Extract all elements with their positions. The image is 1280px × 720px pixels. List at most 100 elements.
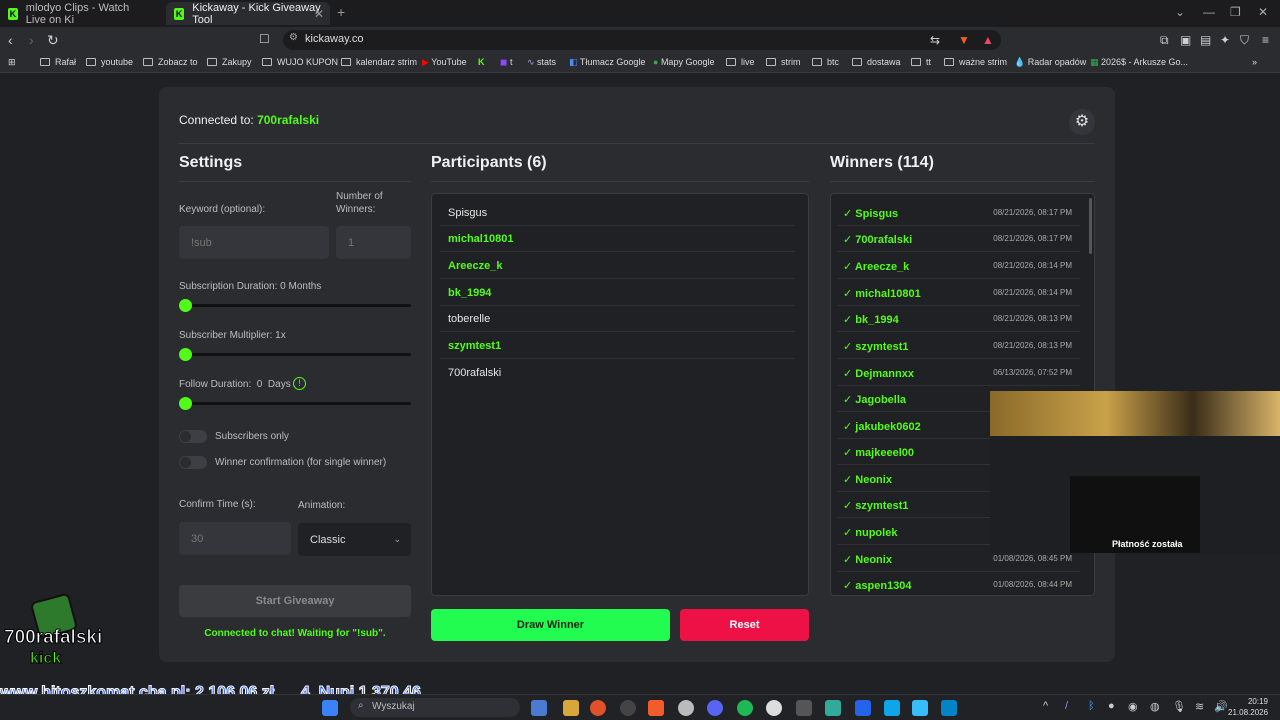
- volume-icon[interactable]: 🔊: [1214, 700, 1228, 713]
- tray-app-icon[interactable]: /: [1065, 700, 1068, 712]
- winner-confirmation-toggle[interactable]: [179, 456, 207, 469]
- tray-chevron-icon[interactable]: ^: [1043, 700, 1048, 712]
- bookmark-item[interactable]: ◼ t: [500, 57, 513, 68]
- microphone-icon[interactable]: 🎙: [1172, 700, 1186, 713]
- task-view-icon[interactable]: [531, 700, 547, 716]
- bookmark-item[interactable]: strim: [766, 57, 801, 67]
- maximize-icon[interactable]: ❐: [1230, 5, 1241, 19]
- brave-rewards-icon[interactable]: ▲: [982, 33, 994, 47]
- bookmark-item[interactable]: dostawa: [852, 57, 901, 67]
- discord-icon[interactable]: [707, 700, 723, 716]
- bookmark-item[interactable]: Zakupy: [207, 57, 252, 67]
- bookmark-item[interactable]: live: [726, 57, 755, 67]
- close-tab-icon[interactable]: ✕: [314, 7, 324, 21]
- browser-tab-inactive[interactable]: K mlodyo Clips - Watch Live on Ki: [0, 2, 160, 26]
- browser-tab-active[interactable]: K Kickaway - Kick Giveaway Tool ✕: [166, 2, 330, 26]
- bookmark-item[interactable]: ◧ Tłumacz Google: [569, 57, 645, 68]
- scrollbar[interactable]: [1089, 198, 1092, 254]
- bookmark-item[interactable]: K: [478, 57, 485, 67]
- brave-shield-icon[interactable]: ▼: [958, 33, 970, 47]
- leo-ai-icon[interactable]: ✦: [1220, 33, 1230, 47]
- subscriber-multiplier-slider[interactable]: [179, 353, 411, 356]
- bookmark-item[interactable]: kalendarz strim: [341, 57, 417, 67]
- site-info-icon[interactable]: ⚙: [289, 32, 298, 43]
- list-item[interactable]: Spisgus: [440, 200, 795, 226]
- keyword-input[interactable]: !sub: [179, 226, 329, 259]
- file-explorer-icon[interactable]: [563, 700, 579, 716]
- spotify-icon[interactable]: [737, 700, 753, 716]
- back-icon[interactable]: ‹: [8, 32, 13, 48]
- bookmark-item[interactable]: ▦ 2026$ - Arkusze Go...: [1090, 57, 1188, 68]
- chrome-icon[interactable]: [590, 700, 606, 716]
- connection-status: Connected to: 700rafalski: [179, 113, 320, 127]
- list-item[interactable]: 700rafalski: [440, 360, 795, 386]
- reload-icon[interactable]: ↻: [47, 32, 59, 49]
- confirm-time-input[interactable]: 30: [179, 522, 291, 555]
- slider-thumb[interactable]: [179, 397, 192, 410]
- bookmark-item[interactable]: 💧 Radar opadów: [1014, 57, 1086, 68]
- list-item[interactable]: toberelle: [440, 306, 795, 332]
- app-icon[interactable]: [825, 700, 841, 716]
- list-item[interactable]: michal10801: [440, 226, 795, 252]
- list-item[interactable]: Areecze_k: [440, 253, 795, 279]
- tab-search-icon[interactable]: ⌄: [1175, 5, 1185, 19]
- brave-icon[interactable]: [648, 700, 664, 716]
- tray-app-icon[interactable]: ●: [1108, 700, 1115, 712]
- start-icon[interactable]: [322, 700, 338, 716]
- app-icon[interactable]: [620, 700, 636, 716]
- follow-duration-slider[interactable]: [179, 402, 411, 405]
- tray-app-icon[interactable]: ◍: [1150, 700, 1160, 713]
- apps-icon[interactable]: ⊞: [8, 57, 16, 68]
- app-icon[interactable]: [796, 700, 812, 716]
- bookmark-item[interactable]: Rafał: [40, 57, 76, 67]
- sidebar-icon[interactable]: ▣: [1180, 33, 1191, 47]
- clock[interactable]: 20:19 21.08.2026: [1228, 696, 1268, 718]
- app-icon[interactable]: [855, 700, 871, 716]
- close-window-icon[interactable]: ✕: [1258, 5, 1268, 19]
- slider-thumb[interactable]: [179, 299, 192, 312]
- reset-button[interactable]: Reset: [680, 609, 809, 641]
- app-icon[interactable]: [678, 700, 694, 716]
- bookmark-item[interactable]: btc: [812, 57, 839, 67]
- bookmark-item[interactable]: ∿ stats: [527, 57, 556, 68]
- list-item[interactable]: szymtest1: [440, 333, 795, 359]
- vpn-icon[interactable]: ⛉: [1240, 33, 1249, 48]
- animation-select[interactable]: Classic ⌄: [298, 523, 411, 556]
- bookmark-icon[interactable]: ☐: [259, 32, 270, 46]
- forward-icon[interactable]: ›: [29, 32, 34, 48]
- info-icon[interactable]: !: [293, 377, 306, 390]
- new-tab-icon[interactable]: +: [337, 4, 345, 20]
- obs-icon[interactable]: [766, 700, 782, 716]
- steam-icon[interactable]: ◉: [1128, 700, 1138, 713]
- minimize-icon[interactable]: —: [1203, 5, 1215, 19]
- list-item[interactable]: bk_1994: [440, 280, 795, 306]
- bookmark-item[interactable]: Zobacz to: [143, 57, 198, 67]
- settings-gear-icon[interactable]: ⚙: [1069, 109, 1095, 135]
- subscription-duration-slider[interactable]: [179, 304, 411, 307]
- bookmark-item[interactable]: youtube: [86, 57, 133, 67]
- bookmark-item[interactable]: ważne strim: [944, 57, 1007, 67]
- extensions-icon[interactable]: ⧉: [1160, 33, 1169, 48]
- bookmark-item[interactable]: ▶ YouTube: [422, 57, 467, 68]
- app-icon[interactable]: [941, 700, 957, 716]
- bookmark-item[interactable]: ● Mapy Google: [653, 57, 714, 67]
- more-bookmarks-icon[interactable]: »: [1252, 57, 1257, 67]
- app-icon[interactable]: [884, 700, 900, 716]
- winner-row: ✓ szymtest1 08/21/2026, 08:13 PM: [837, 333, 1080, 359]
- bookmark-item[interactable]: WUJO KUPON: [262, 57, 338, 67]
- taskbar-search[interactable]: ⌕ Wyszukaj: [350, 698, 520, 717]
- slider-thumb[interactable]: [179, 348, 192, 361]
- wifi-icon[interactable]: ≋: [1195, 700, 1204, 713]
- translate-icon[interactable]: ⇆: [930, 33, 940, 47]
- draw-winner-button[interactable]: Draw Winner: [431, 609, 670, 641]
- menu-icon[interactable]: ≡: [1262, 33, 1269, 47]
- wallet-icon[interactable]: ▤: [1200, 33, 1211, 47]
- youtube-icon: ▶: [422, 57, 432, 67]
- app-icon[interactable]: [912, 700, 928, 716]
- subscribers-only-toggle[interactable]: [179, 430, 207, 443]
- bluetooth-icon[interactable]: ᛒ: [1088, 700, 1095, 712]
- bookmark-item[interactable]: tt: [911, 57, 931, 67]
- winners-count-input[interactable]: 1: [336, 226, 411, 259]
- start-giveaway-button[interactable]: Start Giveaway: [179, 585, 411, 617]
- address-bar[interactable]: ⚙ kickaway.co: [283, 30, 1001, 50]
